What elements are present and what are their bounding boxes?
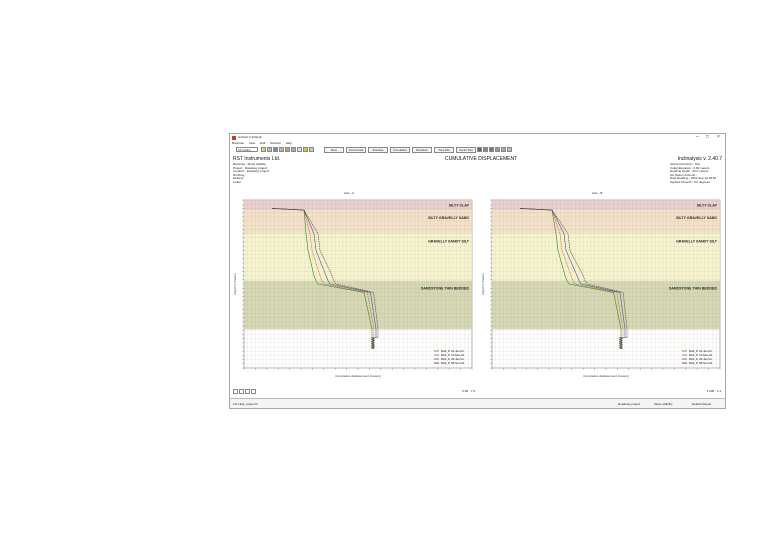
x-axis-label: Cumulative displacement (meters) [583, 374, 629, 378]
status-help: For Help, press F1 [233, 402, 258, 406]
status-bar: For Help, press F1 Roadway project Slope… [230, 398, 725, 408]
axis-b-chart-panel: Axis - B SILTY CLAY SILTY GRAVELLY SAND GR… [480, 191, 724, 386]
application-window: ILChart: [Untitled] – □ × Borehole View … [229, 133, 726, 409]
close-button[interactable]: × [717, 135, 720, 140]
bottom-strip: X:96 · Y:0 1.005 · 1.4 [230, 387, 725, 396]
menu-borehole[interactable]: Borehole [232, 141, 244, 145]
report-header: RST Instruments Ltd. CUMULATIVE DISPLACE… [230, 155, 725, 193]
status-slope: Slope stability [654, 402, 673, 406]
x-axis-label: Cumulative displacement (meters) [335, 374, 381, 378]
window-title: ILChart: [Untitled] [238, 135, 262, 139]
app-icon [232, 136, 236, 140]
layers-icon[interactable] [483, 147, 488, 152]
chart-svg: SILTY CLAYSILTY GRAVELLY SANDGRAVELLY SA… [481, 199, 721, 378]
toolbar: 15 Inclino [230, 146, 725, 154]
title-bar: ILChart: [Untitled] – □ × [230, 134, 725, 142]
zoom-out-icon[interactable] [239, 389, 244, 394]
y-axis-label: Depth in meters [233, 273, 237, 295]
report-title: CUMULATIVE DISPLACEMENT [445, 156, 518, 162]
axis-a-chart-panel: Axis - A SILTY CLAY SILTY GRAVELLY SAND GR… [232, 191, 476, 386]
legend-entry: BH2_8: 08-Nov-04 [689, 361, 713, 365]
soil-layer-label: SANDSTONE THIN BEDDED [421, 287, 469, 291]
info-icon[interactable] [297, 147, 302, 152]
y-axis-label: Depth in meters [481, 273, 485, 295]
status-project: Roadway project [618, 402, 641, 406]
refresh-icon[interactable] [285, 147, 290, 152]
reading-info-line: Applied Azimuth : 0.0 degrees [670, 179, 710, 184]
soil-layer-label: SILTY GRAVELLY SAND [676, 216, 717, 220]
print-icon[interactable] [267, 147, 272, 152]
borehole-info-line: Collar : [233, 179, 243, 184]
soil-layer-label: GRAVELLY SANDY SILT [676, 240, 718, 244]
minimize-button[interactable]: – [696, 135, 699, 140]
menu-view[interactable]: View [249, 141, 255, 145]
tab-absolute[interactable]: Absolute [368, 147, 388, 153]
tab-incremental[interactable]: Incremental [346, 147, 366, 153]
tab-time-plot[interactable]: Time Plot [434, 147, 454, 153]
menu-help[interactable]: Help [286, 141, 292, 145]
export-icon[interactable] [309, 147, 314, 152]
settings-icon[interactable] [291, 147, 296, 152]
borehole-info: Borehole : Slope stability Project : Roa… [233, 162, 269, 185]
tab-bore[interactable]: Bore [324, 147, 344, 153]
zoom-readout: 1.005 · 1.4 [706, 389, 721, 393]
reading-info: Spiral Correction : N/A Collar Elevation… [670, 162, 716, 185]
legend-icon[interactable] [489, 147, 494, 152]
chart-icon[interactable] [273, 147, 278, 152]
grid-icon[interactable] [477, 147, 482, 152]
pan-icon[interactable] [245, 389, 250, 394]
soil-layer-label: SILTY GRAVELLY SAND [428, 216, 469, 220]
status-report: Default Report [692, 402, 712, 406]
tab-deviation[interactable]: Deviation [412, 147, 432, 153]
zoom-icon[interactable] [279, 147, 284, 152]
zoom-in-icon[interactable] [233, 389, 238, 394]
tab-vector-plot[interactable]: Vector Plot [456, 147, 476, 153]
menu-window[interactable]: Window [270, 141, 281, 145]
coordinate-readout: X:96 · Y:0 [462, 389, 476, 393]
open-icon[interactable] [261, 147, 266, 152]
scale-icon[interactable] [495, 147, 500, 152]
fit-icon[interactable] [251, 389, 256, 394]
soil-layer-label: GRAVELLY SANDY SILT [428, 240, 470, 244]
borehole-select[interactable]: 15 Inclino [236, 147, 258, 152]
axis-icon[interactable] [501, 147, 506, 152]
maximize-button[interactable]: □ [706, 135, 709, 140]
soil-layer-label: SANDSTONE THIN BEDDED [669, 287, 717, 291]
menu-edit[interactable]: Edit [260, 141, 265, 145]
chart-svg: SILTY CLAYSILTY GRAVELLY SANDGRAVELLY SA… [233, 199, 473, 378]
tab-cumulative[interactable]: Cumulative [390, 147, 410, 153]
help-icon[interactable] [303, 147, 308, 152]
report-icon[interactable] [507, 147, 512, 152]
borehole-select-value: 15 Inclino [238, 147, 251, 152]
legend-entry: BH2_8: 08-Nov-04 [441, 361, 465, 365]
